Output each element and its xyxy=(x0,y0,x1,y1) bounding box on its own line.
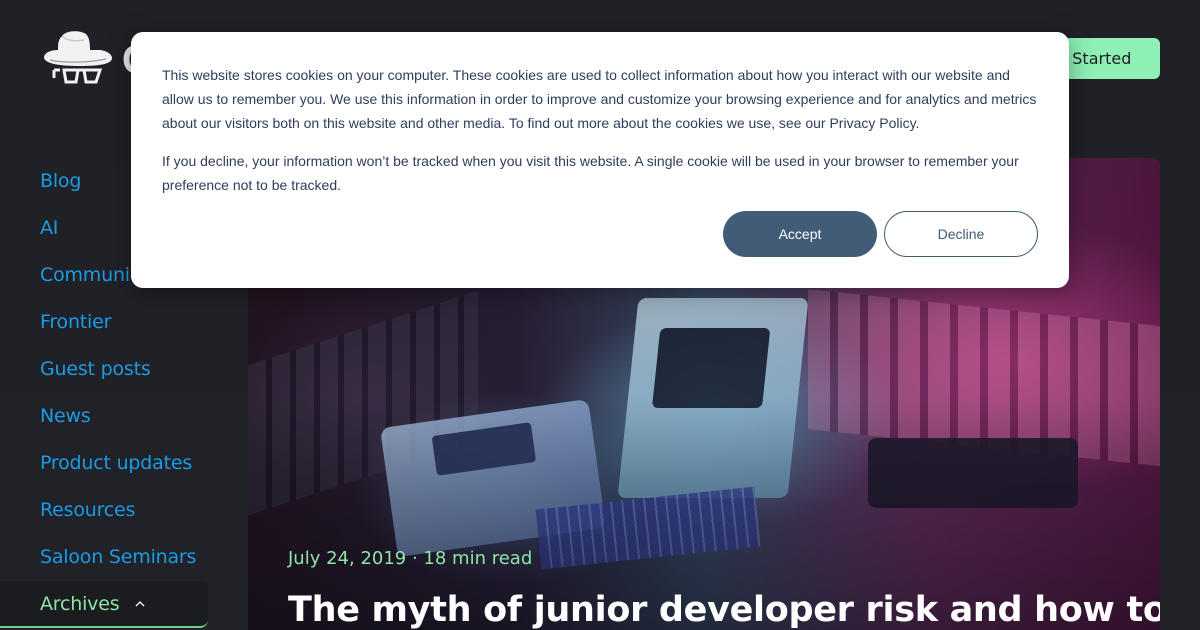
sidebar-item-archives-label: Archives xyxy=(40,593,120,615)
sidebar-item-archives[interactable]: Archives xyxy=(0,581,208,628)
sidebar-item-frontier[interactable]: Frontier xyxy=(0,301,210,348)
cookie-consent-banner: This website stores cookies on your comp… xyxy=(131,32,1069,288)
cowboy-hat-glasses-logo-icon xyxy=(44,31,112,84)
chevron-up-icon xyxy=(135,601,145,607)
logo-link[interactable] xyxy=(40,30,120,88)
cookie-policy-text: This website stores cookies on your comp… xyxy=(162,67,1037,131)
page: G Get Started Blog AI Communication Fron… xyxy=(0,0,1200,630)
sidebar-item-product-updates[interactable]: Product updates xyxy=(0,442,210,489)
decline-cookies-button[interactable]: Decline xyxy=(884,211,1038,257)
cookie-actions: Accept Decline xyxy=(723,211,1038,257)
sidebar-item-saloon-seminars[interactable]: Saloon Seminars xyxy=(0,536,210,583)
accept-cookies-button[interactable]: Accept xyxy=(723,211,877,257)
sidebar-item-resources[interactable]: Resources xyxy=(0,489,210,536)
article-title[interactable]: The myth of junior developer risk and ho… xyxy=(288,590,1160,630)
sidebar-item-news[interactable]: News xyxy=(0,395,210,442)
sidebar-item-guest-posts[interactable]: Guest posts xyxy=(0,348,210,395)
cookie-decline-info-text: If you decline, your information won’t b… xyxy=(162,153,1019,193)
article-meta: July 24, 2019 · 18 min read xyxy=(288,548,533,569)
